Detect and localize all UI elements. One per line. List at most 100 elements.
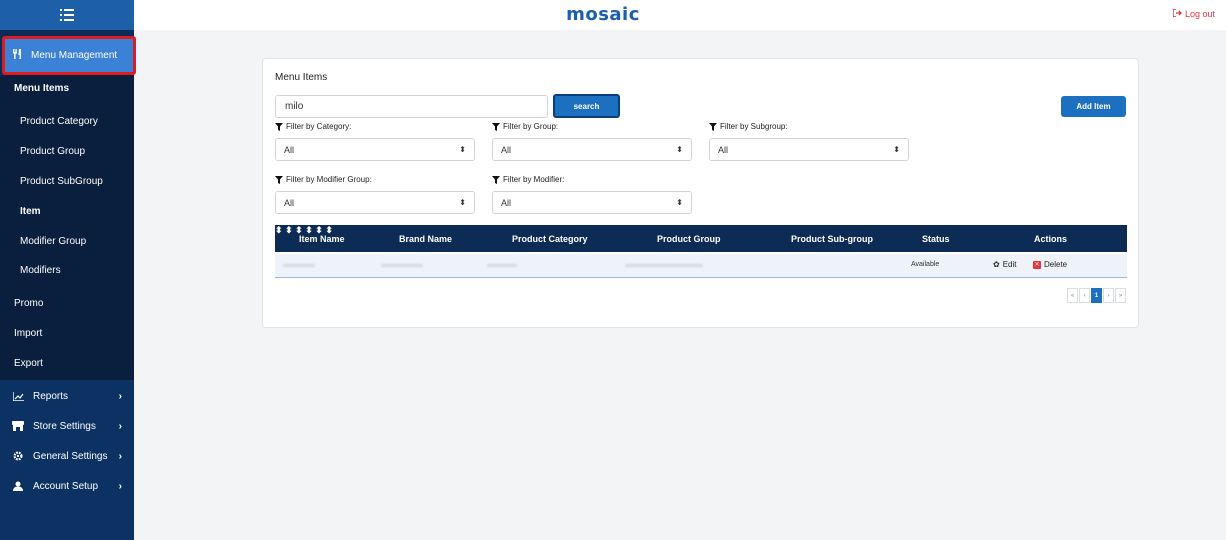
sidebar-section-label: Store Settings <box>33 420 96 432</box>
redacted-item-name <box>283 264 315 267</box>
sidebar-item-label: Product SubGroup <box>20 175 103 187</box>
select-arrows-icon: ⬍ <box>676 145 683 154</box>
sidebar-item-label: Product Category <box>20 115 98 127</box>
status-value: Available <box>911 261 940 268</box>
column-header-label: Actions <box>1034 233 1068 244</box>
sidebar-item-label: Import <box>14 327 43 339</box>
select-arrows-icon: ⬍ <box>459 145 466 154</box>
sidebar: Menu Items Product Category Product Grou… <box>0 0 134 540</box>
sidebar-item-label: Product Group <box>20 145 86 157</box>
card-title: Menu Items <box>275 72 328 83</box>
filter-icon <box>709 122 717 131</box>
select-arrows-icon: ⬍ <box>459 198 466 207</box>
sidebar-item-promo[interactable]: Promo <box>0 289 134 317</box>
gear-icon <box>12 451 24 461</box>
menu-list-icon <box>60 9 74 21</box>
sidebar-item-label: Modifier Group <box>20 235 87 247</box>
sidebar-item-export[interactable]: Export <box>0 349 134 377</box>
page-last-button[interactable]: » <box>1115 288 1126 303</box>
sidebar-item-import[interactable]: Import <box>0 319 134 347</box>
search-button[interactable]: search <box>553 94 620 118</box>
delete-icon: ✕ <box>1033 260 1041 269</box>
page-next-button[interactable]: › <box>1103 288 1114 303</box>
filter-category-select[interactable]: All ⬍ <box>275 138 475 161</box>
edit-action[interactable]: ✿ Edit <box>993 260 1017 269</box>
sidebar-section-label: Reports <box>33 390 69 402</box>
column-header-product-group[interactable]: Product Group <box>657 225 721 252</box>
add-item-button[interactable]: Add Item <box>1061 96 1126 117</box>
sidebar-item-label: Menu Items <box>14 82 70 94</box>
sidebar-section-label: Account Setup <box>33 480 99 492</box>
filter-subgroup-select[interactable]: All ⬍ <box>709 138 909 161</box>
column-header-status[interactable]: Status <box>922 225 950 252</box>
table-row[interactable]: Available ✿ Edit ✕ Delete <box>275 254 1127 278</box>
sidebar-item-menu-management[interactable]: Menu Management <box>2 36 136 75</box>
filter-group-label: Filter by Group: <box>492 122 558 131</box>
column-header-item-name[interactable]: Item Name <box>299 225 345 252</box>
redacted-brand-name <box>381 264 423 267</box>
chevron-right-icon: › <box>118 450 122 462</box>
sort-icon[interactable]: ⬍ <box>275 225 283 235</box>
filter-modifier-group-select[interactable]: All ⬍ <box>275 191 475 214</box>
utensils-icon <box>13 49 23 62</box>
top-header: mosaic Log out <box>134 0 1226 30</box>
sidebar-item-label: Export <box>14 357 43 369</box>
sidebar-item-menu-items[interactable]: Menu Items <box>0 74 134 102</box>
filter-label-text: Filter by Category: <box>286 122 352 131</box>
column-header-product-sub-group[interactable]: Product Sub-group <box>791 225 873 252</box>
filter-label-text: Filter by Modifier: <box>503 175 565 184</box>
sidebar-item-product-category[interactable]: Product Category <box>0 107 134 135</box>
filter-icon <box>492 175 500 184</box>
select-arrows-icon: ⬍ <box>676 198 683 207</box>
filter-label-text: Filter by Subgroup: <box>720 122 788 131</box>
column-header-label: Product Category <box>512 233 588 244</box>
sidebar-item-label: Modifiers <box>20 264 61 276</box>
chevron-right-icon: › <box>118 420 122 432</box>
chart-icon <box>12 391 24 401</box>
logout-link[interactable]: Log out <box>1172 8 1215 19</box>
sort-icon[interactable]: ⬍ <box>285 225 293 235</box>
filter-icon <box>275 122 283 131</box>
gear-icon: ✿ <box>993 260 1000 269</box>
sidebar-item-item[interactable]: Item <box>0 197 134 225</box>
sidebar-item-label: Promo <box>14 297 44 309</box>
column-header-brand-name[interactable]: Brand Name <box>399 225 452 252</box>
column-header-actions: Actions <box>1034 225 1067 252</box>
column-header-product-category[interactable]: Product Category <box>512 225 588 252</box>
edit-label: Edit <box>1002 260 1017 269</box>
sidebar-toggle[interactable] <box>0 0 134 30</box>
sidebar-section-store-settings[interactable]: Store Settings › <box>0 412 134 440</box>
sidebar-item-label: Item <box>20 205 41 217</box>
chevron-right-icon: › <box>118 390 122 402</box>
filter-category-label: Filter by Category: <box>275 122 351 131</box>
sidebar-item-modifier-group[interactable]: Modifier Group <box>0 227 134 255</box>
filter-group-select[interactable]: All ⬍ <box>492 138 692 161</box>
redacted-product-group <box>625 264 703 267</box>
select-arrows-icon: ⬍ <box>893 145 900 154</box>
select-value: All <box>284 197 295 208</box>
select-value: All <box>501 144 512 155</box>
filter-modifier-select[interactable]: All ⬍ <box>492 191 692 214</box>
delete-label: Delete <box>1044 260 1068 269</box>
filter-modifier-group-label: Filter by Modifier Group: <box>275 175 372 184</box>
logout-icon <box>1172 8 1182 19</box>
column-header-label: Brand Name <box>399 233 453 244</box>
sidebar-section-general-settings[interactable]: General Settings › <box>0 442 134 470</box>
store-icon <box>12 421 24 431</box>
sidebar-item-product-group[interactable]: Product Group <box>0 137 134 165</box>
page-first-button[interactable]: « <box>1067 288 1078 303</box>
page-current-button[interactable]: 1 <box>1091 288 1102 303</box>
sidebar-item-label: Menu Management <box>31 50 118 61</box>
filter-subgroup-label: Filter by Subgroup: <box>709 122 788 131</box>
select-value: All <box>284 144 295 155</box>
sidebar-item-modifiers[interactable]: Modifiers <box>0 256 134 284</box>
select-value: All <box>501 197 512 208</box>
sidebar-item-product-subgroup[interactable]: Product SubGroup <box>0 167 134 195</box>
user-icon <box>12 481 24 491</box>
logout-label: Log out <box>1184 9 1215 19</box>
search-input[interactable]: milo <box>275 95 548 118</box>
sidebar-section-account-setup[interactable]: Account Setup › <box>0 472 134 500</box>
page-prev-button[interactable]: ‹ <box>1079 288 1090 303</box>
sidebar-section-reports[interactable]: Reports › <box>0 382 134 410</box>
delete-action[interactable]: ✕ Delete <box>1033 260 1067 269</box>
